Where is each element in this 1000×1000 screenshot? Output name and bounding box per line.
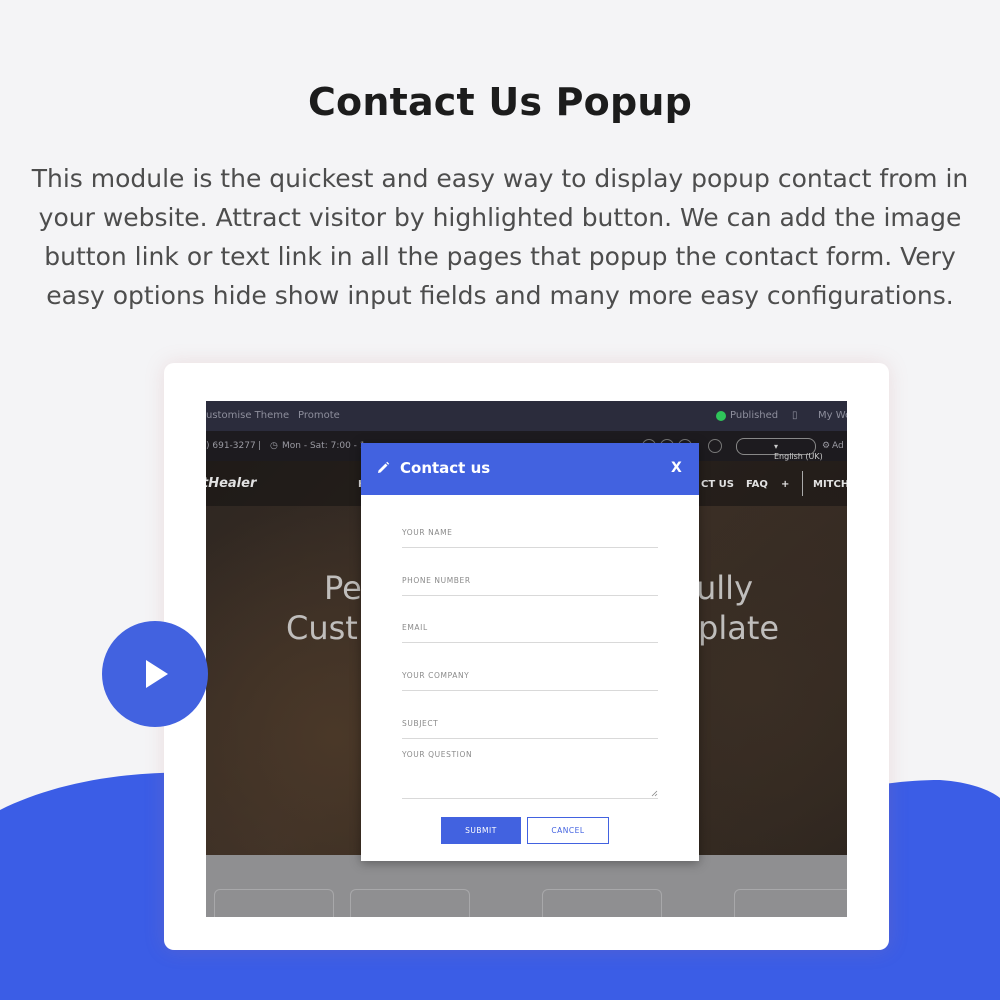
play-button[interactable] [102,621,208,727]
admin-published-label: Published [730,410,779,421]
feature-card [214,889,334,917]
phone-field [402,565,658,596]
strip-separator: | [258,441,262,451]
feature-card [542,889,662,917]
question-field [402,750,658,799]
submit-button[interactable]: SUBMIT [441,817,521,844]
feature-card [350,889,470,917]
company-input[interactable] [402,660,658,690]
add-icon[interactable]: ⚙ [822,441,830,451]
question-textarea[interactable] [402,750,658,798]
phone-input[interactable] [402,565,658,595]
hero-text-line1-right: ully [696,569,753,607]
published-toggle-icon[interactable] [716,411,726,421]
nav-item-faq[interactable]: FAQ [746,479,768,490]
name-field [402,517,658,548]
admin-promote-link[interactable]: Promote [298,410,340,421]
add-label[interactable]: Ad [832,441,844,451]
subject-field [402,708,658,739]
pencil-icon [378,461,390,473]
popup-header: Contact us X [361,443,699,495]
subject-input[interactable] [402,708,658,738]
hero-text-line1-left: Pe [324,569,362,607]
contact-popup: Contact us X SUBMIT CANCEL [361,443,699,861]
hero-text-line2-left: Cust [286,609,358,647]
popup-title: Contact us [400,459,491,477]
hero-text-line2-right: plate [698,609,780,647]
page-description: This module is the quickest and easy way… [31,164,969,310]
name-input[interactable] [402,517,658,547]
play-icon [146,660,168,688]
resize-handle-icon[interactable] [651,790,658,797]
nav-item-user[interactable]: MITCH [813,479,847,490]
hours-text: Mon - Sat: 7:00 - 1 [282,441,366,451]
company-field [402,660,658,691]
page-title: Contact Us Popup [307,80,693,125]
phone-text: ) 691-3277 [206,441,256,451]
mobile-icon[interactable]: ▯ [792,410,798,421]
nav-item-contact[interactable]: CT US [701,479,734,490]
site-logo[interactable]: tHealer [206,476,256,491]
admin-customise-link[interactable]: ustomise Theme [206,410,289,421]
clock-icon: ◷ [270,441,278,451]
email-input[interactable] [402,612,658,642]
feature-strip [206,855,847,917]
admin-my-website-link[interactable]: My We [818,410,847,421]
social-icon[interactable] [708,439,722,453]
language-selector[interactable]: English (UK) ▾ [736,438,823,461]
nav-divider [802,471,803,496]
admin-bar: ustomise Theme Promote Published ▯ My We [206,401,847,431]
cancel-button[interactable]: CANCEL [527,817,609,844]
close-icon[interactable]: X [671,460,682,476]
email-field [402,612,658,643]
feature-card [734,889,847,917]
nav-item-plus[interactable]: + [781,479,789,490]
